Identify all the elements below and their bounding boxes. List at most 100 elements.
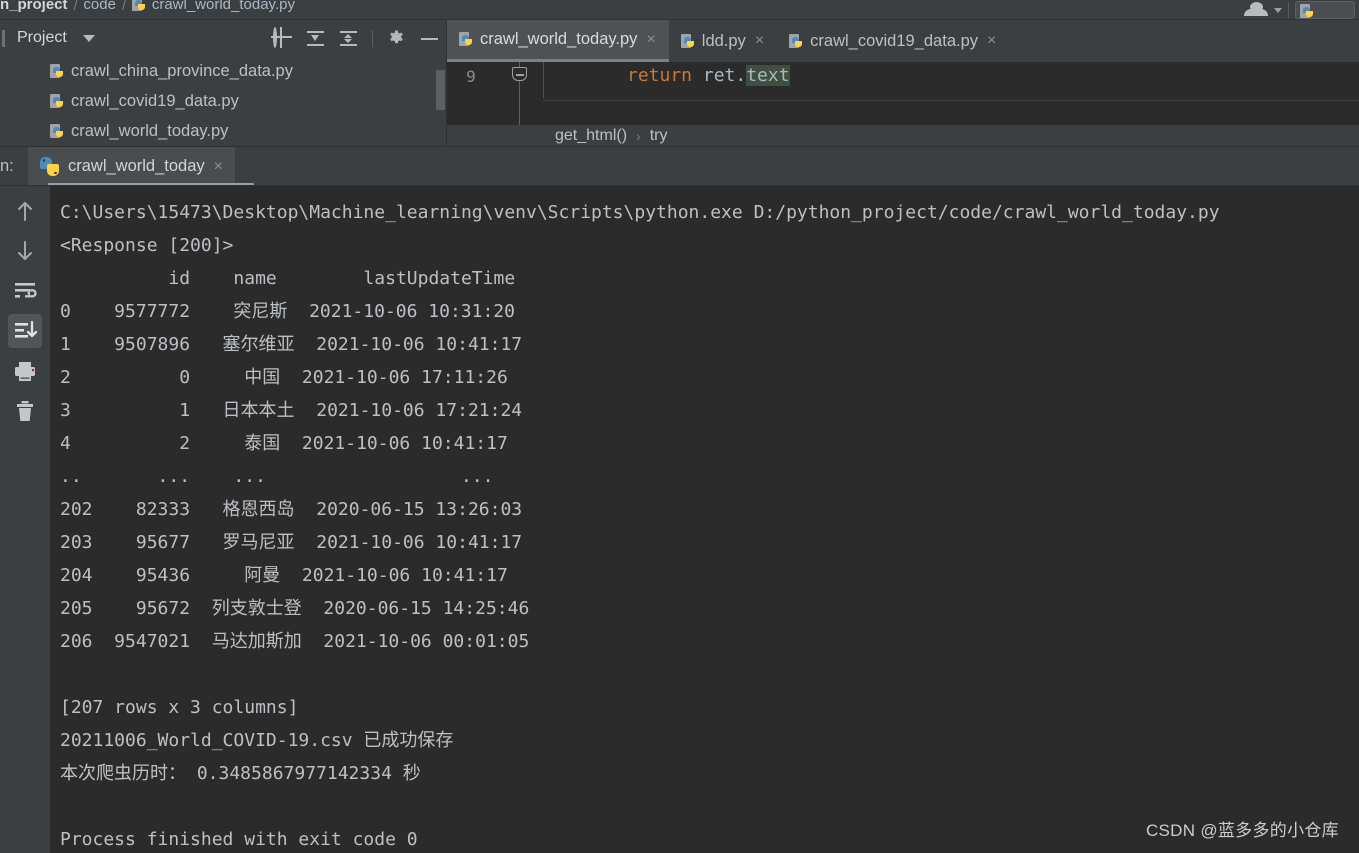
run-configuration-selector[interactable] bbox=[1295, 1, 1355, 19]
editor-breadcrumb: get_html() › try bbox=[447, 125, 1359, 147]
close-icon[interactable]: × bbox=[987, 33, 996, 49]
console-line: .. ... ... ... bbox=[60, 466, 494, 487]
chevron-down-icon[interactable] bbox=[82, 34, 95, 42]
project-panel-header: Project bbox=[0, 20, 447, 56]
scroll-to-end-icon[interactable] bbox=[8, 314, 42, 348]
code-identifier: ret. bbox=[692, 65, 747, 86]
toolbar-right bbox=[1244, 0, 1359, 20]
console-line: 1 9507896 塞尔维亚 2021-10-06 10:41:17 bbox=[60, 334, 523, 355]
python-file-icon bbox=[789, 33, 803, 49]
console-line: 0 9577772 突尼斯 2021-10-06 10:31:20 bbox=[60, 301, 515, 322]
breadcrumb-separator: / bbox=[121, 0, 126, 13]
run-panel-label: n: bbox=[0, 157, 14, 175]
breadcrumb-separator: / bbox=[73, 0, 78, 13]
code-keyword: return bbox=[627, 65, 693, 86]
collapse-block-icon[interactable] bbox=[512, 67, 527, 81]
python-file-icon bbox=[50, 63, 64, 79]
cloud-icon[interactable] bbox=[1244, 2, 1268, 16]
scrollbar-thumb[interactable] bbox=[436, 70, 445, 110]
divider bbox=[543, 100, 1359, 101]
console-line: 4 2 泰国 2021-10-06 10:41:17 bbox=[60, 433, 508, 454]
divider bbox=[1288, 2, 1289, 18]
console-line: 205 95672 列支敦士登 2020-06-15 14:25:46 bbox=[60, 598, 530, 619]
tree-item[interactable]: crawl_china_province_data.py bbox=[0, 56, 440, 86]
console-line: [207 rows x 3 columns] bbox=[60, 697, 299, 718]
run-toolbar bbox=[0, 186, 50, 853]
close-icon[interactable]: × bbox=[755, 33, 764, 49]
breadcrumb-block[interactable]: try bbox=[650, 127, 668, 145]
breadcrumb-project[interactable]: n_project bbox=[0, 0, 68, 13]
watermark-text: CSDN @蓝多多的小仓库 bbox=[1145, 821, 1339, 840]
python-logo-icon bbox=[40, 157, 59, 176]
console-line: 2 0 中国 2021-10-06 17:11:26 bbox=[60, 367, 508, 388]
python-file-icon bbox=[1300, 4, 1314, 19]
close-icon[interactable]: × bbox=[214, 158, 223, 176]
minimize-icon[interactable] bbox=[420, 29, 439, 48]
trash-icon[interactable] bbox=[8, 394, 42, 428]
project-title-group[interactable]: Project bbox=[0, 29, 95, 47]
run-tool-window: n: crawl_world_today × C:\Users\15473\De… bbox=[0, 147, 1359, 853]
collapse-all-icon[interactable] bbox=[339, 29, 358, 48]
breadcrumb-file[interactable]: crawl_world_today.py bbox=[152, 0, 295, 13]
console-output[interactable]: C:\Users\15473\Desktop\Machine_learning\… bbox=[50, 186, 1359, 853]
tree-item-label: crawl_world_today.py bbox=[71, 121, 229, 140]
python-file-icon bbox=[680, 33, 695, 49]
down-arrow-icon[interactable] bbox=[8, 234, 42, 268]
console-line: 本次爬虫历时： 0.3485867977142334 秒 bbox=[60, 763, 421, 784]
run-tab-crawl-world-today[interactable]: crawl_world_today × bbox=[28, 147, 235, 186]
run-tab-label: crawl_world_today bbox=[68, 157, 205, 175]
code-highlighted-token: text bbox=[746, 65, 790, 86]
python-file-icon bbox=[50, 93, 64, 109]
tree-item-label: crawl_china_province_data.py bbox=[71, 61, 293, 80]
pycharm-window: n_project / code / crawl_world_today.py … bbox=[0, 0, 1359, 853]
breadcrumb: n_project / code / crawl_world_today.py bbox=[0, 0, 295, 13]
console-line: id name lastUpdateTime bbox=[60, 268, 516, 289]
breadcrumb-function[interactable]: get_html() bbox=[555, 127, 627, 145]
gear-icon[interactable] bbox=[387, 29, 406, 48]
locate-icon[interactable] bbox=[273, 26, 292, 48]
breadcrumb-folder[interactable]: code bbox=[83, 0, 116, 13]
project-tool-window: Project crawl_china_province_data.py cra… bbox=[0, 20, 447, 147]
printer-icon[interactable] bbox=[8, 354, 42, 388]
project-panel-scrollbar[interactable] bbox=[435, 56, 446, 147]
tree-item[interactable]: crawl_world_today.py bbox=[0, 116, 440, 146]
line-number: 9 bbox=[466, 67, 476, 86]
editor-tab-bar: crawl_world_today.py × ldd.py × crawl_co… bbox=[447, 20, 1359, 62]
code-fold-gutter[interactable] bbox=[495, 62, 543, 125]
tab-label: ldd.py bbox=[701, 31, 746, 50]
console-line: 202 82333 格恩西岛 2020-06-15 13:26:03 bbox=[60, 499, 523, 520]
tree-item-label: crawl_covid19_data.py bbox=[71, 91, 239, 110]
expand-all-icon[interactable] bbox=[306, 29, 325, 48]
code-line: return ret.text bbox=[543, 62, 790, 86]
tab-crawl-world-today[interactable]: crawl_world_today.py × bbox=[447, 20, 669, 62]
tree-item[interactable]: crawl_covid19_data.py bbox=[0, 86, 440, 116]
divider bbox=[372, 29, 373, 47]
editor-area: crawl_world_today.py × ldd.py × crawl_co… bbox=[447, 20, 1359, 147]
console-line: 206 9547021 马达加斯加 2021-10-06 00:01:05 bbox=[60, 631, 530, 652]
chevron-down-icon[interactable] bbox=[1274, 7, 1282, 13]
console-line: 20211006_World_COVID-19.csv 已成功保存 bbox=[60, 730, 454, 751]
breadcrumb-separator: › bbox=[636, 128, 641, 144]
run-tab-bar: n: crawl_world_today × bbox=[0, 147, 1359, 186]
project-panel-title: Project bbox=[17, 29, 67, 46]
console-line[interactable]: C:\Users\15473\Desktop\Machine_learning\… bbox=[60, 196, 1359, 229]
python-file-icon bbox=[459, 32, 473, 47]
console-line: 203 95677 罗马尼亚 2021-10-06 10:41:17 bbox=[60, 532, 523, 553]
console-line: 204 95436 阿曼 2021-10-06 10:41:17 bbox=[60, 565, 508, 586]
breadcrumb-bar: n_project / code / crawl_world_today.py bbox=[0, 0, 1359, 20]
python-file-icon bbox=[50, 123, 64, 139]
project-panel-toolbar bbox=[273, 20, 439, 56]
console-line: 3 1 日本本土 2021-10-06 17:21:24 bbox=[60, 400, 523, 421]
close-icon[interactable]: × bbox=[646, 31, 655, 48]
soft-wrap-icon[interactable] bbox=[8, 274, 42, 308]
tab-label: crawl_covid19_data.py bbox=[810, 31, 979, 50]
tab-ldd[interactable]: ldd.py × bbox=[669, 20, 777, 62]
divider bbox=[543, 62, 544, 98]
code-editor-preview[interactable]: 9 return ret.text bbox=[447, 62, 1359, 125]
panel-accent-bar bbox=[2, 29, 5, 47]
project-file-tree: crawl_china_province_data.py crawl_covid… bbox=[0, 56, 440, 147]
up-arrow-icon[interactable] bbox=[8, 194, 42, 228]
console-line: <Response [200]> bbox=[60, 235, 234, 256]
tab-crawl-covid19-data[interactable]: crawl_covid19_data.py × bbox=[777, 20, 1009, 62]
